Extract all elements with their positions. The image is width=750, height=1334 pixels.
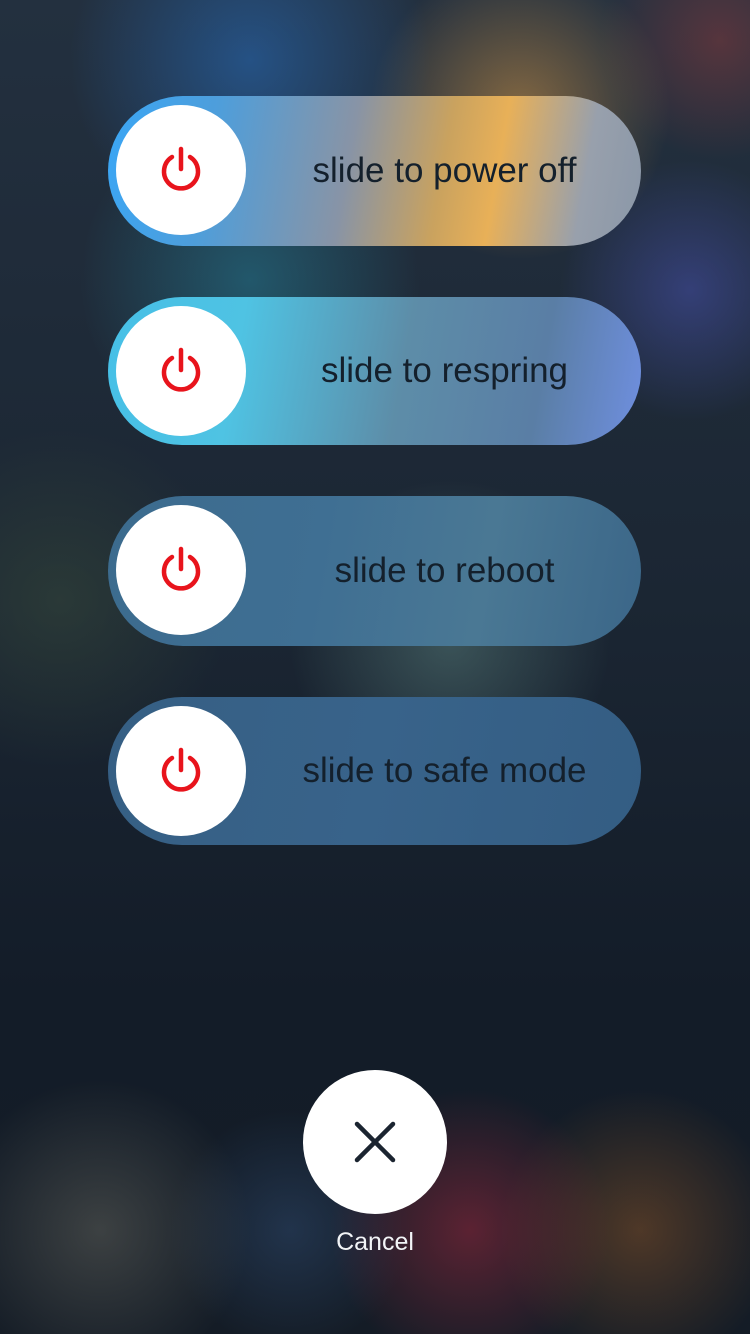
- slider-reboot[interactable]: slide to reboot: [108, 496, 641, 646]
- power-icon: [161, 546, 201, 591]
- cancel-button[interactable]: [303, 1070, 447, 1214]
- slider-knob-reboot[interactable]: [116, 505, 246, 635]
- slider-respring[interactable]: slide to respring: [108, 297, 641, 445]
- slider-label-reboot: slide to reboot: [334, 551, 555, 590]
- slider-power-off[interactable]: slide to power off: [108, 96, 641, 246]
- close-icon: [354, 1121, 396, 1163]
- cancel-label: Cancel: [336, 1228, 414, 1256]
- slider-knob-safe-mode[interactable]: [116, 706, 246, 836]
- slider-label-power-off: slide to power off: [312, 151, 577, 190]
- slider-label-safe-mode: slide to safe mode: [302, 751, 587, 790]
- power-icon: [161, 347, 201, 392]
- slider-knob-respring[interactable]: [116, 306, 246, 436]
- slider-safe-mode[interactable]: slide to safe mode: [108, 697, 641, 845]
- slider-knob-power-off[interactable]: [116, 105, 246, 235]
- power-icon: [161, 146, 201, 191]
- power-menu-sliders: slide to power off slide to respring sli…: [108, 96, 641, 896]
- slider-label-respring: slide to respring: [320, 351, 569, 390]
- power-icon: [161, 747, 201, 792]
